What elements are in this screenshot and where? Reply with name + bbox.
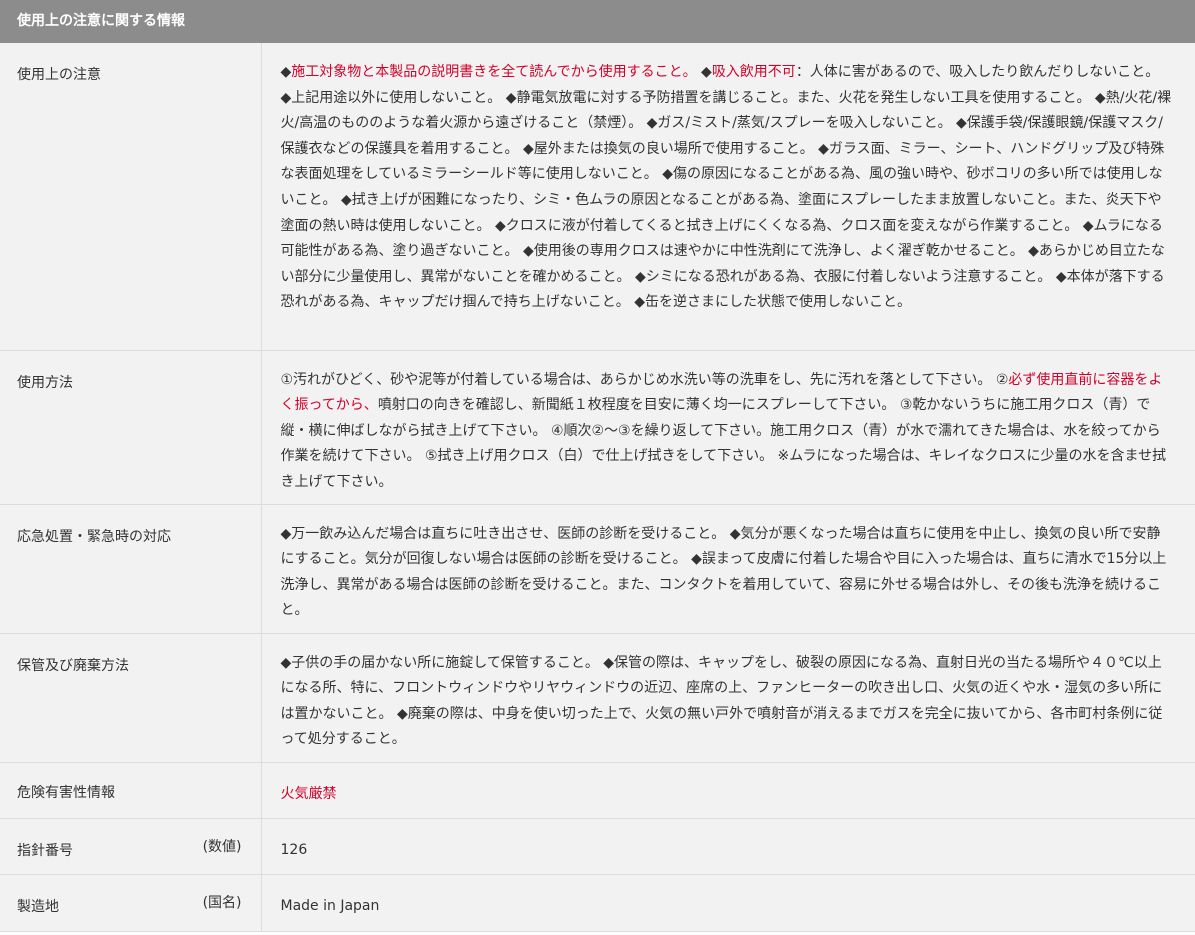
table-row-caution: 使用上の注意 ◆施工対象物と本製品の説明書きを全て読んでから使用すること。 ◆吸… bbox=[0, 43, 1195, 350]
row-value-guide-number: 126 bbox=[261, 818, 1195, 874]
table-row-guide-number: 指針番号 (数値) 126 bbox=[0, 818, 1195, 874]
section-title: 使用上の注意に関する情報 bbox=[0, 0, 1195, 43]
row-label-emergency: 応急処置・緊急時の対応 bbox=[0, 504, 262, 633]
row-header-guide-number: 指針番号 (数値) bbox=[0, 818, 262, 874]
row-label-origin: 製造地 bbox=[17, 898, 59, 915]
table-row-origin: 製造地 (国名) Made in Japan bbox=[0, 874, 1195, 931]
usage-text-1: ①汚れがひどく、砂や泥等が付着している場合は、あらかじめ水洗い等の洗車をし、先に… bbox=[280, 371, 1009, 388]
row-label-caution: 使用上の注意 bbox=[0, 43, 262, 350]
row-value-storage: ◆子供の手の届かない所に施錠して保管すること。 ◆保管の際は、キャップをし、破裂… bbox=[261, 633, 1195, 762]
caution-info-panel: 使用上の注意に関する情報 使用上の注意 ◆施工対象物と本製品の説明書きを全て読ん… bbox=[0, 0, 1195, 935]
unit-label-number: (数値) bbox=[202, 838, 242, 855]
caution-text-3: ：人体に害があるので、吸入したり飲んだりしないこと。 ◆上記用途以外に使用しない… bbox=[280, 64, 1172, 311]
row-value-usage: ①汚れがひどく、砂や泥等が付着している場合は、あらかじめ水洗い等の洗車をし、先に… bbox=[261, 350, 1195, 504]
row-value-origin: Made in Japan bbox=[261, 874, 1195, 931]
caution-text-1: ◆ bbox=[280, 64, 292, 80]
table-row-hazard: 危険有害性情報 火気厳禁 bbox=[0, 762, 1195, 818]
row-header-origin: 製造地 (国名) bbox=[0, 874, 262, 931]
row-label-guide-number: 指針番号 bbox=[17, 842, 73, 859]
row-label-hazard: 危険有害性情報 bbox=[0, 762, 262, 818]
row-value-hazard: 火気厳禁 bbox=[261, 762, 1195, 818]
row-value-caution: ◆施工対象物と本製品の説明書きを全て読んでから使用すること。 ◆吸入飲用不可：人… bbox=[261, 43, 1195, 350]
caution-table: 使用上の注意 ◆施工対象物と本製品の説明書きを全て読んでから使用すること。 ◆吸… bbox=[0, 43, 1195, 932]
caution-highlight-no-ingest: 吸入飲用不可 bbox=[711, 64, 796, 80]
table-row-emergency: 応急処置・緊急時の対応 ◆万一飲み込んだ場合は直ちに吐き出させ、医師の診断を受け… bbox=[0, 504, 1195, 633]
caution-highlight-read-manual: 施工対象物と本製品の説明書きを全て読んでから使用すること。 bbox=[291, 64, 697, 80]
usage-text-2: 噴射口の向きを確認し、新聞紙１枚程度を目安に薄く均一にスプレーして下さい。 ③乾… bbox=[280, 397, 1167, 490]
row-label-usage: 使用方法 bbox=[0, 350, 262, 504]
row-label-storage: 保管及び廃棄方法 bbox=[0, 633, 262, 762]
table-row-usage: 使用方法 ①汚れがひどく、砂や泥等が付着している場合は、あらかじめ水洗い等の洗車… bbox=[0, 350, 1195, 504]
row-value-emergency: ◆万一飲み込んだ場合は直ちに吐き出させ、医師の診断を受けること。 ◆気分が悪くな… bbox=[261, 504, 1195, 633]
caution-text-2: ◆ bbox=[696, 64, 712, 80]
unit-label-country: (国名) bbox=[202, 894, 242, 911]
table-row-storage: 保管及び廃棄方法 ◆子供の手の届かない所に施錠して保管すること。 ◆保管の際は、… bbox=[0, 633, 1195, 762]
